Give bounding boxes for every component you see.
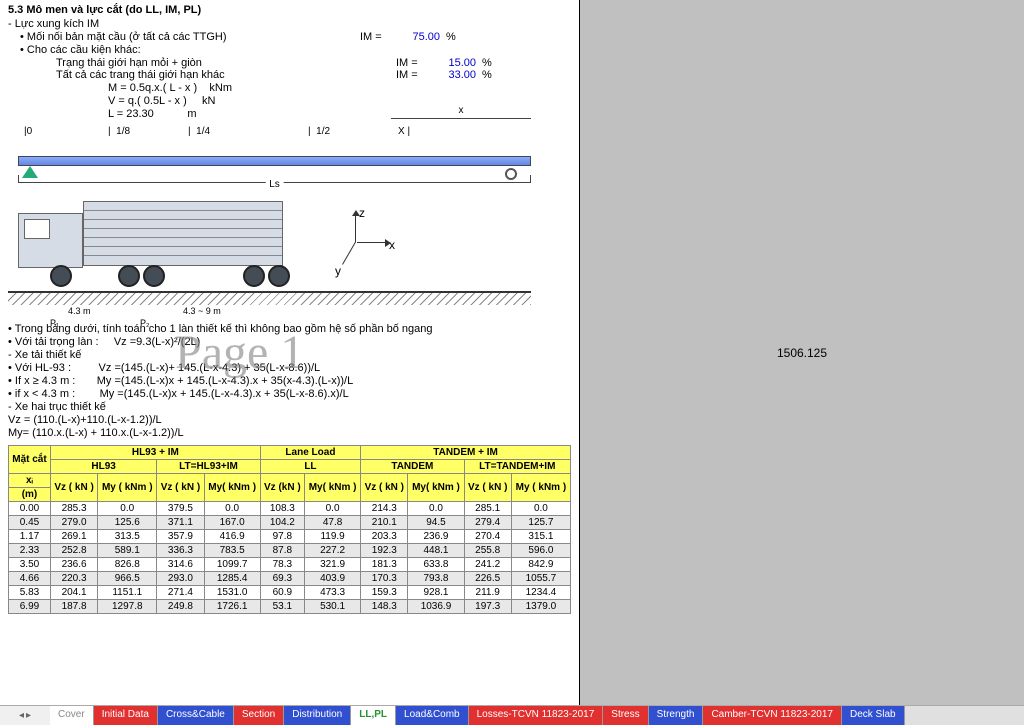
- section-title: 5.3 Mô men và lực cắt (do LL, IM, PL): [8, 4, 571, 16]
- tab-distribution[interactable]: Distribution: [284, 706, 351, 725]
- document-page: 5.3 Mô men và lực cắt (do LL, IM, PL) - …: [0, 0, 580, 705]
- sheet-tab-bar[interactable]: ◂▸ Cover Initial Data Cross&Cable Sectio…: [0, 705, 1024, 725]
- table-row: 0.00285.30.0379.50.0108.30.0214.30.0285.…: [9, 502, 571, 516]
- sublabel-fatigue: Trạng thái giới hạn mỏi + giòn: [56, 57, 396, 69]
- im-value-1: 75.00: [395, 31, 440, 43]
- tab-stress[interactable]: Stress: [603, 706, 648, 725]
- tab-cross-cable[interactable]: Cross&Cable: [158, 706, 234, 725]
- preview-value: 1506.125: [777, 346, 827, 360]
- tab-strength[interactable]: Strength: [649, 706, 704, 725]
- preview-panel: 1506.125: [580, 0, 1024, 705]
- table-row: 2.33252.8589.1336.3783.587.8227.2192.344…: [9, 544, 571, 558]
- bullet-other: • Cho các cầu kiện khác:: [20, 44, 571, 56]
- table-row: 0.45279.0125.6371.1167.0104.247.8210.194…: [9, 516, 571, 530]
- table-row: 6.99187.81297.8249.81726.153.1530.1148.3…: [9, 600, 571, 614]
- tab-section[interactable]: Section: [234, 706, 284, 725]
- tab-llpl-active[interactable]: LL,PL: [351, 706, 396, 725]
- im-value-3: 33.00: [431, 69, 476, 81]
- bullet-joint: • Mối nối bản mặt cầu (ở tất cả các TTGH…: [20, 31, 360, 43]
- tab-deck-slab[interactable]: Deck Slab: [842, 706, 905, 725]
- tab-nav-buttons[interactable]: ◂▸: [0, 706, 50, 725]
- impact-heading: - Lực xung kích IM: [8, 18, 571, 30]
- table-row: 4.66220.3966.5293.01285.469.3403.9170.37…: [9, 572, 571, 586]
- tab-initial-data[interactable]: Initial Data: [94, 706, 158, 725]
- tab-load-comb[interactable]: Load&Comb: [396, 706, 469, 725]
- im-value-2: 15.00: [431, 57, 476, 69]
- tab-losses[interactable]: Losses-TCVN 11823-2017: [469, 706, 604, 725]
- tab-camber[interactable]: Camber-TCVN 11823-2017: [703, 706, 842, 725]
- table-row: 3.50236.6826.8314.61099.778.3321.9181.36…: [9, 558, 571, 572]
- tab-cover[interactable]: Cover: [50, 706, 94, 725]
- sublabel-others: Tất cả các trang thái giới hạn khác: [56, 69, 396, 81]
- table-row: 1.17269.1313.5357.9416.997.8119.9203.323…: [9, 530, 571, 544]
- beam-truck-diagram: |0 | 1/8 | 1/4 | 1/2 X | x Ls: [8, 126, 571, 321]
- results-table: Mặt cắt HL93 + IM Lane Load TANDEM + IM …: [8, 445, 571, 614]
- table-row: 5.83204.11151.1271.41531.060.9473.3159.3…: [9, 586, 571, 600]
